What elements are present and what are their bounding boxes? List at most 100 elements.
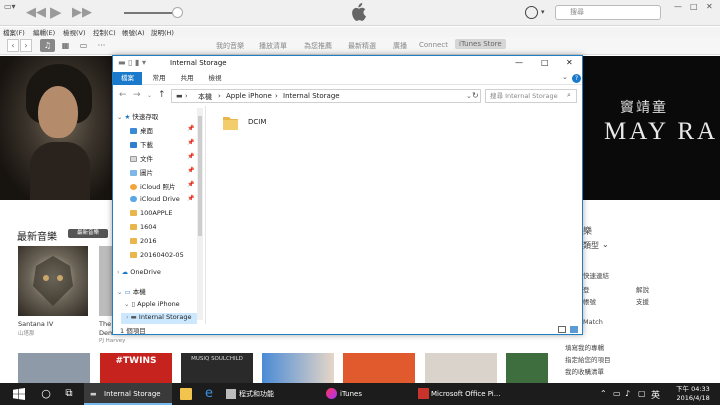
nav-scrollbar-thumb[interactable] xyxy=(198,116,202,236)
album-cover-musiq[interactable]: MUSIQ SOULCHILD xyxy=(181,353,253,383)
ribbon-tab-view[interactable]: 檢視 xyxy=(203,72,227,85)
movies-icon[interactable]: ▦ xyxy=(58,39,73,52)
chevron-down-icon[interactable]: ⌄ xyxy=(602,240,609,249)
nav-pictures[interactable]: 圖片 xyxy=(130,167,153,177)
close-button[interactable]: ✕ xyxy=(566,58,573,67)
link-account-2[interactable]: 帳號 xyxy=(583,296,596,306)
edge-icon[interactable]: e xyxy=(205,383,221,405)
taskbar-itunes[interactable]: iTunes xyxy=(322,383,414,405)
link-account[interactable]: 登 xyxy=(583,284,590,294)
start-icon[interactable] xyxy=(13,388,25,400)
chevron-down-icon[interactable]: ▾ xyxy=(541,8,545,16)
more-icon[interactable]: ··· xyxy=(94,39,109,52)
tray-up-icon[interactable]: ⌃ xyxy=(600,389,607,398)
link-for-you[interactable]: 指定給您的項目 xyxy=(565,354,611,364)
volume-knob[interactable] xyxy=(172,7,183,18)
large-icons-view-icon[interactable] xyxy=(570,326,578,333)
album-cover-santana[interactable] xyxy=(18,246,88,316)
taskbar-explorer[interactable]: ▬ Internal Storage xyxy=(84,383,172,405)
nav-folder-1604[interactable]: 1604 xyxy=(130,223,157,231)
album-cover-7[interactable] xyxy=(506,353,548,383)
nav-apple-iphone[interactable]: ⌄ ▯ Apple iPhone xyxy=(124,300,180,308)
volume-icon[interactable]: ♪ xyxy=(625,389,630,398)
tab-for-you[interactable]: 為您推薦 xyxy=(304,41,332,51)
tv-icon[interactable]: ▭ xyxy=(76,39,91,52)
quick-access-toolbar-icon[interactable]: ▬ ▯ ▮ ▾ xyxy=(118,58,146,67)
nav-icloud-drive[interactable]: iCloud Drive xyxy=(130,195,180,203)
nav-onedrive[interactable]: › ☁ OneDrive xyxy=(117,268,161,276)
taskbar-programs-features[interactable]: 程式和功能 xyxy=(223,383,317,405)
link-redeem[interactable]: 解說 xyxy=(636,284,649,294)
folder-dcim[interactable]: DCIM xyxy=(248,118,266,126)
back-button[interactable]: ‹ xyxy=(7,39,19,52)
link-wishlist[interactable]: 我的收購清單 xyxy=(565,366,604,376)
menu-account[interactable]: 帳號(A) xyxy=(122,27,145,37)
play-icon[interactable]: ▶ xyxy=(50,3,62,21)
rewind-icon[interactable]: ◀◀ xyxy=(26,5,46,20)
explorer-search-input[interactable]: 搜尋 Internal Storage xyxy=(485,89,577,103)
nav-folder-2016[interactable]: 2016 xyxy=(130,237,157,245)
album-cover-3[interactable] xyxy=(18,353,90,383)
folder-icon[interactable] xyxy=(222,114,239,131)
address-bar[interactable]: ▬ › 本機 › Apple iPhone › Internal Storage… xyxy=(171,89,481,103)
menu-controls[interactable]: 控制(C) xyxy=(93,27,116,37)
nav-this-pc[interactable]: ⌄ ▭ 本機 xyxy=(117,286,146,296)
menu-help[interactable]: 說明(H) xyxy=(151,27,174,37)
album-cover-5[interactable] xyxy=(343,353,415,383)
tab-new[interactable]: 最新精選 xyxy=(348,41,376,51)
tab-playlists[interactable]: 播放清單 xyxy=(259,41,287,51)
menu-file[interactable]: 檔案(F) xyxy=(3,27,25,37)
back-arrow-icon[interactable]: ← xyxy=(119,90,127,100)
menu-view[interactable]: 檢視(V) xyxy=(63,27,86,37)
refresh-icon[interactable]: ↻ xyxy=(472,91,479,100)
clock[interactable]: 下午 04:33 2016/4/18 xyxy=(676,385,710,403)
album-cover-twins[interactable]: #TWINS xyxy=(100,353,172,383)
file-explorer-icon[interactable] xyxy=(180,388,192,400)
album-artist[interactable]: PJ Harvey xyxy=(99,338,125,344)
taskbar-office-picture[interactable]: Microsoft Office Pi... xyxy=(414,383,506,405)
tab-radio[interactable]: 廣播 xyxy=(393,41,407,51)
menu-edit[interactable]: 編輯(E) xyxy=(33,27,55,37)
ribbon-tab-share[interactable]: 共用 xyxy=(175,72,199,85)
link-support[interactable]: 支援 xyxy=(636,296,649,306)
genre-dropdown[interactable]: 類型 xyxy=(583,240,599,251)
nav-icloud-photos[interactable]: iCloud 照片 xyxy=(130,181,175,191)
fast-forward-icon[interactable]: ▶▶ xyxy=(72,5,92,20)
nav-folder-100apple[interactable]: 100APPLE xyxy=(130,209,172,217)
music-icon[interactable]: ♫ xyxy=(40,39,55,52)
up-arrow-icon[interactable]: ↑ xyxy=(158,90,166,100)
itunes-menu-icon[interactable]: ▭▾ xyxy=(4,2,16,11)
album-title[interactable]: The xyxy=(99,320,111,328)
help-icon[interactable]: ? xyxy=(572,74,581,83)
tab-my-music[interactable]: 我的音樂 xyxy=(216,41,244,51)
nav-desktop[interactable]: 桌面 xyxy=(130,125,153,135)
chevron-down-icon[interactable]: ⌄ xyxy=(466,92,472,100)
nav-internal-storage[interactable]: › ▬ Internal Storage xyxy=(121,313,197,324)
ime-indicator[interactable]: 英 xyxy=(651,388,660,401)
breadcrumb-internal[interactable]: Internal Storage xyxy=(283,92,340,100)
forward-arrow-icon[interactable]: → xyxy=(133,90,141,100)
album-cover-6[interactable] xyxy=(425,353,497,383)
album-cover-4[interactable] xyxy=(262,353,334,383)
link-match[interactable]: Match xyxy=(583,318,603,326)
itunes-search-input[interactable]: 搜尋 xyxy=(555,5,661,20)
task-view-icon[interactable]: ⧉ xyxy=(60,383,78,405)
account-icon[interactable] xyxy=(525,6,538,19)
forward-button[interactable]: › xyxy=(20,39,32,52)
section-chip[interactable]: 最新音樂 xyxy=(68,229,108,238)
album-cover-2[interactable] xyxy=(99,246,112,316)
recent-chevron-icon[interactable]: ⌄ xyxy=(147,92,152,99)
chevron-down-icon[interactable]: ⌄ xyxy=(562,73,568,81)
banner-artist-image[interactable] xyxy=(0,56,112,200)
close-button[interactable]: ✕ xyxy=(706,2,713,11)
nav-documents[interactable]: 文件 xyxy=(130,153,153,163)
nav-downloads[interactable]: 下載 xyxy=(130,139,153,149)
cortana-icon[interactable]: ○ xyxy=(37,383,55,405)
tab-itunes-store[interactable]: iTunes Store xyxy=(455,39,506,49)
album-title[interactable]: Santana IV xyxy=(18,320,53,328)
breadcrumb-iphone[interactable]: Apple iPhone xyxy=(226,92,272,100)
network-icon[interactable]: ▭ xyxy=(613,389,621,398)
volume-slider[interactable] xyxy=(124,12,178,14)
nav-folder-20160402[interactable]: 20160402-05 xyxy=(130,251,184,259)
action-center-icon[interactable]: ▢ xyxy=(638,389,646,398)
